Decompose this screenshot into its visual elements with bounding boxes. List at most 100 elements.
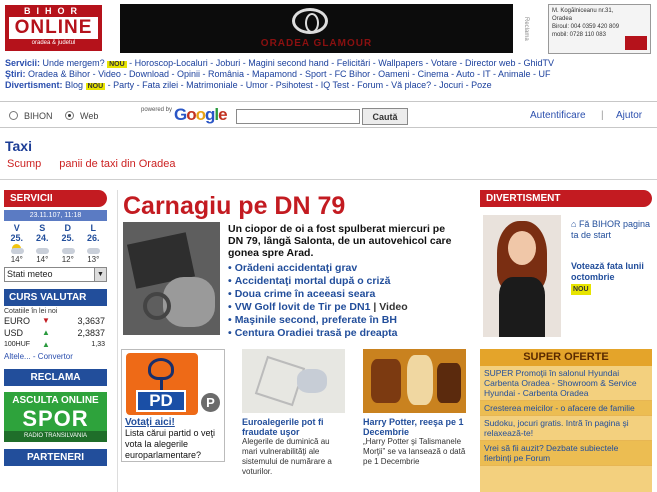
nav-link[interactable]: Party (113, 80, 134, 90)
nav-link[interactable]: UF (539, 69, 551, 79)
super-offers: SUPER OFERTE SUPER Promoţii în salonul H… (480, 349, 652, 492)
vote-girl-link[interactable]: Votează fata lunii octombrie (571, 261, 651, 283)
party-logo[interactable]: PD (126, 353, 198, 415)
party-logo-text: PD (136, 390, 186, 412)
curs-valutar-header[interactable]: CURS VALUTAR (4, 289, 107, 306)
nav-link[interactable]: Mapamond (252, 69, 297, 79)
nav-separator: - (383, 80, 392, 90)
story-image[interactable] (242, 349, 345, 413)
nav-link[interactable]: Fata zilei (142, 80, 178, 90)
nav-link[interactable]: Wallpapers (378, 58, 423, 68)
related-link[interactable]: Maşinile second, preferate în BH (228, 314, 468, 327)
contact-box[interactable]: M. Kogălniceanu nr.31, Oradea Biroul: 00… (548, 4, 651, 54)
radio-banner[interactable]: ASCULTA ONLINE SPOR RADIO TRANSILVANIA (4, 392, 107, 442)
servicii-header[interactable]: SERVICII (4, 190, 107, 207)
reclama-header[interactable]: RECLAMA (4, 369, 107, 386)
radio-web[interactable] (65, 111, 74, 120)
radio-site[interactable] (9, 111, 18, 120)
taxi-sub-item[interactable]: Scump (7, 158, 41, 170)
nav-link[interactable]: Matrimoniale (186, 80, 238, 90)
story-title[interactable]: Euroalegerile pot fi fraudate uşor (242, 417, 345, 437)
nav-link[interactable]: FC Bihor (335, 69, 371, 79)
nav-link[interactable]: Felicitări (337, 58, 371, 68)
related-link-text: Orădeni accidentaţi grav (234, 262, 358, 274)
weather-day[interactable]: V 25. 14° (4, 223, 30, 264)
related-link[interactable]: Doua crime în aceeasi seara (228, 288, 468, 301)
nav-link[interactable]: Forum (357, 80, 383, 90)
nav-link[interactable]: Sport (305, 69, 327, 79)
nav-link[interactable]: Cinema (418, 69, 449, 79)
nav-link[interactable]: România (208, 69, 244, 79)
nav-separator: - (297, 69, 306, 79)
nav-link[interactable]: Unde mergem? (43, 58, 105, 68)
offer-item[interactable]: Sudoku, jocuri gratis. Intră în pagina ş… (480, 416, 652, 441)
nav-link[interactable]: Votare (431, 58, 457, 68)
nav-link[interactable]: Download (129, 69, 169, 79)
nav-link[interactable]: Umor (246, 80, 268, 90)
nav-link[interactable]: Video (98, 69, 121, 79)
nav-link[interactable]: Horoscop-Localuri (135, 58, 208, 68)
meteo-select[interactable]: Stati meteo ▼ (4, 267, 107, 282)
story-body: „Harry Potter şi Talismanele Morţii” se … (363, 437, 466, 466)
lead-image[interactable] (123, 222, 220, 335)
related-link[interactable]: Accidentaţi mortal după o criză (228, 275, 468, 288)
story-title[interactable]: Harry Potter, reeşa pe 1 Decembrie (363, 417, 466, 437)
ad-banner[interactable]: ORADEA GLAMOUR (120, 4, 513, 53)
super-offers-header[interactable]: SUPER OFERTE (480, 349, 652, 366)
meteo-select-value: Stati meteo (7, 269, 53, 279)
taxi-sub-item[interactable]: panii de taxi din Oradea (59, 158, 175, 170)
arrow-up-icon: ▲ (42, 340, 50, 349)
offer-item[interactable]: SUPER Promoţii în salonul Hyundai Carben… (480, 366, 652, 401)
help-link[interactable]: Ajutor (616, 110, 642, 121)
nav-separator: - (244, 69, 253, 79)
start-page-link[interactable]: ⌂ Fă BIHOR pagina ta de start (571, 219, 651, 241)
weather-day[interactable]: S 24. 14° (30, 223, 56, 264)
rate-row: EURO ▼ 3,3637 (4, 315, 107, 327)
nav-separator: - (409, 69, 418, 79)
weather-day-name: S (39, 223, 46, 233)
nav-link[interactable]: Joburi (216, 58, 241, 68)
nav-link[interactable]: Vă place? (391, 80, 431, 90)
nav-link[interactable]: GhidTV (524, 58, 555, 68)
story-image[interactable] (363, 349, 466, 413)
girl-of-month-image[interactable] (483, 215, 561, 337)
divertisment-header[interactable]: DIVERTISMENT (480, 190, 652, 207)
nav-link[interactable]: Oameni (378, 69, 410, 79)
weather-temp: 12° (61, 255, 74, 264)
video-link[interactable]: | Video (373, 301, 407, 313)
offer-item[interactable]: Cresterea meicilor - o afacere de famili… (480, 401, 652, 416)
nav-link[interactable]: Psihotest (276, 80, 313, 90)
search-button[interactable]: Caută (362, 108, 408, 125)
related-link[interactable]: VW Golf lovit de Tir pe DN1 | Video (228, 301, 468, 314)
login-link[interactable]: Autentificare (530, 110, 586, 121)
story-card[interactable]: Harry Potter, reeşa pe 1 Decembrie „Harr… (363, 349, 466, 467)
site-logo[interactable]: BIHOR ONLINE oradea & judetul (5, 5, 102, 51)
poll-card[interactable]: PD P Votaţi aici! Lista cărui partid o v… (121, 349, 225, 462)
nav-link[interactable]: Magini second hand (248, 58, 329, 68)
search-input[interactable] (236, 109, 360, 124)
weather-day-name: L (90, 223, 97, 233)
valutar-links[interactable]: Altele... - Convertor (4, 352, 107, 361)
rate-currency: USD (4, 328, 24, 338)
related-link[interactable]: Orădeni accidentaţi grav (228, 262, 468, 275)
nav-link[interactable]: Oradea & Bihor (28, 69, 90, 79)
related-link[interactable]: Centura Oradiei trasă pe dreapta (228, 327, 468, 340)
nav-link[interactable]: Blog (65, 80, 83, 90)
nav-link[interactable]: Director web (465, 58, 516, 68)
offer-item[interactable]: Vrei să fii auzit? Dezbate subiectele fi… (480, 441, 652, 466)
nav-link[interactable]: IQ Test (321, 80, 349, 90)
parteneri-header[interactable]: PARTENERI (4, 449, 107, 466)
related-link-text: Accidentaţi mortal după o criză (234, 275, 391, 287)
nav-link[interactable]: Opinii (177, 69, 200, 79)
nav-link[interactable]: Animale (498, 69, 531, 79)
poll-title[interactable]: Votaţi aici! (125, 417, 175, 428)
nav-separator: - (370, 69, 379, 79)
nav-link[interactable]: Auto (456, 69, 475, 79)
weather-day[interactable]: L 26. 13° (81, 223, 107, 264)
story-card[interactable]: Euroalegerile pot fi fraudate uşor Alege… (242, 349, 345, 477)
nav-link[interactable]: Jocuri (439, 80, 463, 90)
headline[interactable]: Carnagiu pe DN 79 (123, 192, 345, 221)
nav-link[interactable]: Poze (471, 80, 492, 90)
cloud-icon (61, 244, 75, 255)
weather-day[interactable]: D 25. 12° (55, 223, 81, 264)
